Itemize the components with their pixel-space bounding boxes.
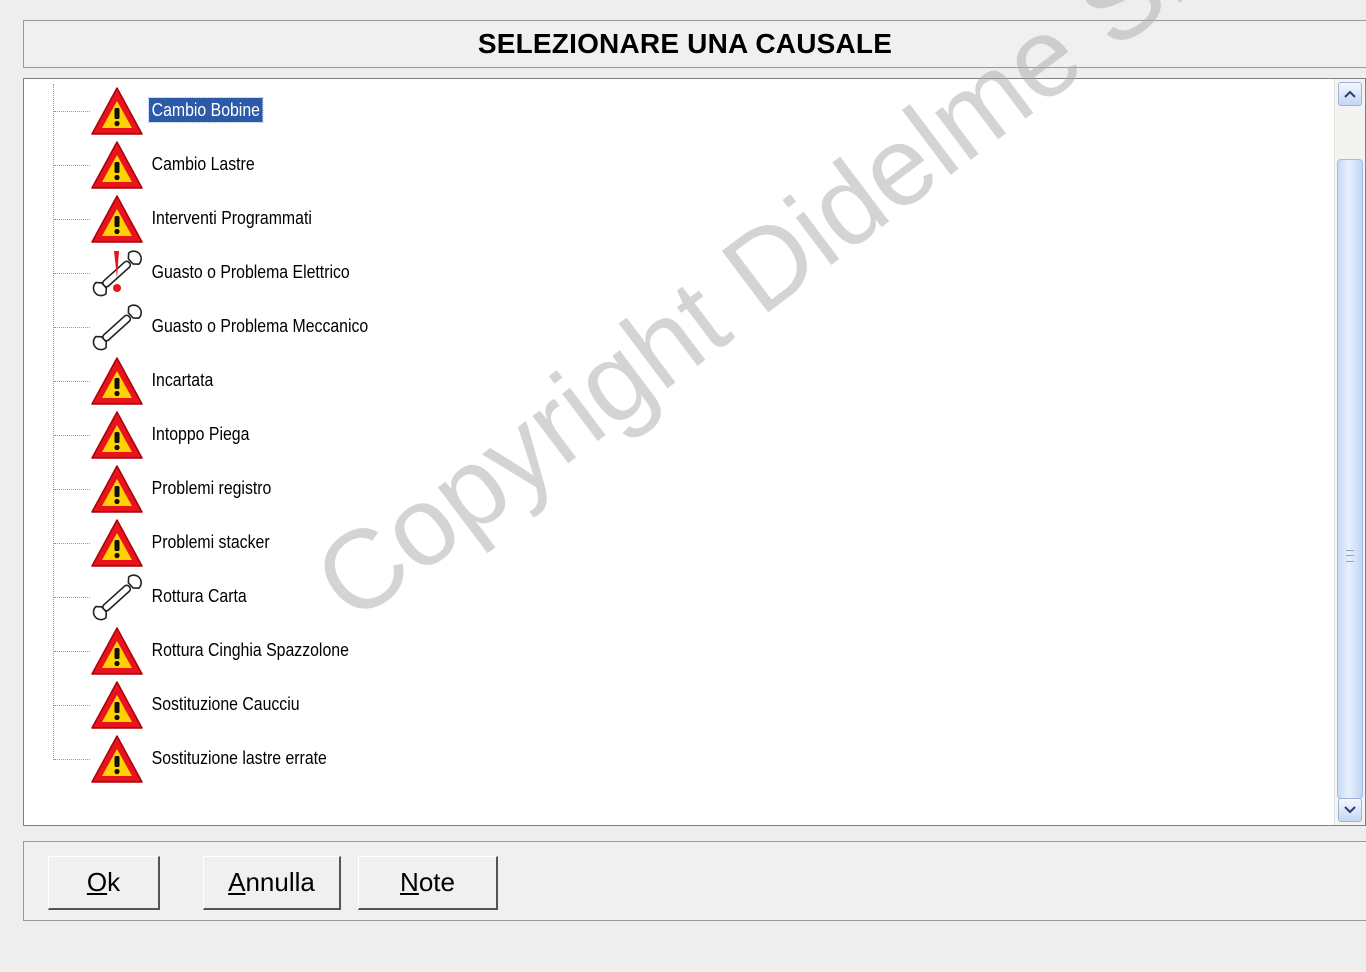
tree-connector: [54, 381, 90, 382]
tree-item-label[interactable]: Intoppo Piega: [149, 422, 252, 446]
tree-item[interactable]: Cambio Lastre: [24, 138, 1314, 192]
tree-item[interactable]: Guasto o Problema Elettrico: [24, 246, 1314, 300]
tree-item[interactable]: Problemi registro: [24, 462, 1314, 516]
tree-item-label[interactable]: Problemi registro: [149, 476, 274, 500]
tree-item-label[interactable]: Incartata: [149, 368, 216, 392]
tree-item[interactable]: Sostituzione lastre errate: [24, 732, 1314, 786]
cancel-button-label: nnulla: [245, 867, 315, 897]
note-button-mnemonic: N: [400, 867, 419, 897]
electric-wrench-icon: [90, 248, 144, 298]
warning-icon: [90, 194, 144, 244]
button-bar: Ok Annulla Note: [23, 841, 1366, 921]
tree-item-label[interactable]: Rottura Cinghia Spazzolone: [149, 638, 352, 662]
cancel-button-mnemonic: A: [228, 867, 246, 897]
tree-item[interactable]: Cambio Bobine: [24, 84, 1314, 138]
tree-connector: [54, 489, 90, 490]
grip-icon: [1346, 550, 1354, 562]
tree-item-label[interactable]: Problemi stacker: [149, 530, 272, 554]
warning-icon: [90, 680, 144, 730]
tree-connector: [54, 435, 90, 436]
tree-connector: [54, 543, 90, 544]
tree-item[interactable]: Problemi stacker: [24, 516, 1314, 570]
chevron-down-icon: [1344, 806, 1356, 814]
tree-item[interactable]: Rottura Carta: [24, 570, 1314, 624]
warning-icon: [90, 626, 144, 676]
ok-button-mnemonic: O: [86, 867, 108, 897]
tree-item[interactable]: Intoppo Piega: [24, 408, 1314, 462]
ok-button[interactable]: Ok: [48, 856, 160, 910]
title-bar: SELEZIONARE UNA CAUSALE: [23, 20, 1366, 68]
scrollbar-thumb[interactable]: [1337, 159, 1363, 799]
warning-icon: [90, 410, 144, 460]
tree-item-label[interactable]: Sostituzione lastre errate: [149, 746, 329, 770]
tree-item-label[interactable]: Sostituzione Caucciu: [149, 692, 302, 716]
note-button[interactable]: Note: [358, 856, 498, 910]
tree-item-label[interactable]: Cambio Bobine: [148, 97, 264, 123]
tree-item[interactable]: Rottura Cinghia Spazzolone: [24, 624, 1314, 678]
tree-item[interactable]: Incartata: [24, 354, 1314, 408]
cancel-button[interactable]: Annulla: [203, 856, 341, 910]
wrench-icon: [90, 572, 144, 622]
tree-connector: [54, 327, 90, 328]
tree-item-label[interactable]: Guasto o Problema Elettrico: [149, 260, 352, 284]
warning-icon: [90, 140, 144, 190]
note-button-label: ote: [418, 867, 455, 897]
tree-connector: [54, 597, 90, 598]
tree-connector: [54, 651, 90, 652]
tree-connector: [54, 111, 90, 112]
tree-item-label[interactable]: Rottura Carta: [149, 584, 249, 608]
warning-icon: [90, 464, 144, 514]
chevron-up-icon: [1344, 90, 1356, 98]
scroll-down-button[interactable]: [1338, 798, 1362, 822]
page-title: SELEZIONARE UNA CAUSALE: [477, 28, 893, 59]
tree-connector: [54, 219, 90, 220]
tree-item[interactable]: Sostituzione Caucciu: [24, 678, 1314, 732]
warning-icon: [90, 518, 144, 568]
tree-connector: [54, 165, 90, 166]
tree-connector: [54, 705, 90, 706]
tree-item-label[interactable]: Interventi Programmati: [149, 206, 315, 230]
tree-connector: [54, 273, 90, 274]
tree-item-label[interactable]: Guasto o Problema Meccanico: [149, 314, 371, 338]
ok-button-label: k: [107, 867, 121, 897]
scroll-up-button[interactable]: [1338, 82, 1362, 106]
warning-icon: [90, 86, 144, 136]
wrench-icon: [90, 302, 144, 352]
tree-item[interactable]: Interventi Programmati: [24, 192, 1314, 246]
tree-item[interactable]: Guasto o Problema Meccanico: [24, 300, 1314, 354]
tree-item-label[interactable]: Cambio Lastre: [149, 152, 257, 176]
warning-icon: [90, 356, 144, 406]
tree-connector: [54, 759, 90, 760]
reason-tree-list[interactable]: Cambio Bobine Cambio Lastre Interventi Pro…: [23, 78, 1366, 826]
warning-icon: [90, 734, 144, 784]
vertical-scrollbar[interactable]: [1334, 79, 1365, 825]
